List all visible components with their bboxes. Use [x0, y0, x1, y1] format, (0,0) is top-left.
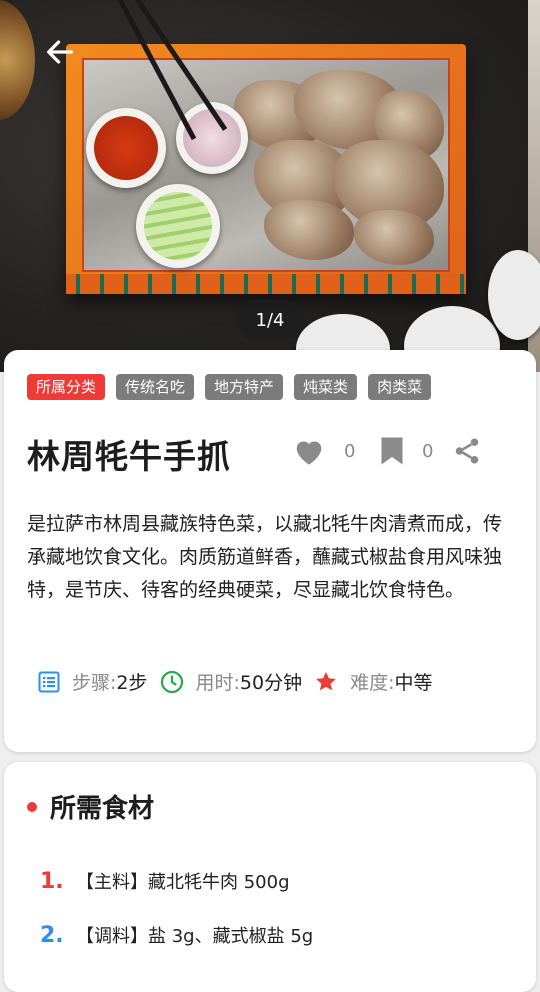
difficulty-value: 中等 — [394, 672, 433, 694]
clock-icon — [160, 670, 183, 693]
tag[interactable]: 地方特产 — [205, 374, 284, 400]
ingredient-number: 2. — [40, 922, 64, 948]
tag[interactable]: 肉类菜 — [368, 374, 432, 400]
tag[interactable]: 传统名吃 — [116, 374, 195, 400]
steps-label: 步骤: — [72, 672, 117, 694]
ingredients-card: 所需食材 1. 【主料】藏北牦牛肉 500g 2. 【调料】盐 3g、藏式椒盐 … — [4, 762, 536, 992]
ingredient-text: 【主料】藏北牦牛肉 500g — [76, 872, 290, 893]
share-icon — [455, 438, 479, 464]
recipe-hero-image[interactable]: 1/4 — [0, 0, 540, 372]
section-dot — [27, 801, 37, 812]
ingredient-number: 1. — [40, 868, 64, 894]
ingredient-item: 1. 【主料】藏北牦牛肉 500g — [40, 854, 313, 908]
heart-icon — [296, 441, 322, 465]
tag-list: 所属分类 传统名吃 地方特产 炖菜类 肉类菜 — [27, 374, 432, 400]
recipe-title: 林周牦牛手抓 — [27, 437, 231, 476]
recipe-actions: 0 0 — [292, 436, 482, 466]
recipe-info-card: 所属分类 传统名吃 地方特产 炖菜类 肉类菜 林周牦牛手抓 0 0 是拉萨市林周… — [4, 350, 536, 752]
tag[interactable]: 炖菜类 — [294, 374, 358, 400]
star-icon — [316, 671, 336, 690]
recipe-meta: 步骤: 2步 用时: 50分钟 难度: 中等 — [38, 668, 445, 695]
time-value: 50分钟 — [239, 672, 303, 694]
share-button[interactable] — [452, 436, 482, 466]
difficulty-label: 难度: — [350, 672, 395, 694]
difficulty-info: 难度: 中等 — [314, 668, 433, 695]
decorative-bowl — [0, 0, 35, 120]
tag-category[interactable]: 所属分类 — [27, 374, 106, 400]
time-label: 用时: — [195, 672, 240, 694]
ingredient-text: 【调料】盐 3g、藏式椒盐 5g — [76, 926, 314, 947]
recipe-description: 是拉萨市林周县藏族特色菜，以藏北牦牛肉清煮而成，传承藏地饮食文化。肉质筋道鲜香，… — [27, 513, 503, 601]
like-count: 0 — [344, 440, 356, 462]
time-info: 用时: 50分钟 — [160, 668, 303, 695]
list-icon — [38, 671, 60, 692]
ingredients-header: 所需食材 — [27, 788, 154, 825]
like-button[interactable]: 0 — [292, 436, 358, 466]
image-pager: 1/4 — [235, 300, 305, 340]
back-button[interactable] — [40, 32, 80, 72]
arrow-left-icon — [47, 40, 73, 64]
ingredient-list: 1. 【主料】藏北牦牛肉 500g 2. 【调料】盐 3g、藏式椒盐 5g — [40, 854, 313, 962]
ingredients-title: 所需食材 — [50, 794, 155, 824]
bookmark-count: 0 — [422, 440, 434, 462]
steps-info: 步骤: 2步 — [38, 668, 148, 695]
steps-value: 2步 — [116, 672, 148, 694]
bookmark-icon — [381, 437, 403, 465]
bookmark-button[interactable]: 0 — [380, 436, 436, 466]
ingredient-item: 2. 【调料】盐 3g、藏式椒盐 5g — [40, 908, 313, 962]
food-tray — [66, 44, 466, 294]
